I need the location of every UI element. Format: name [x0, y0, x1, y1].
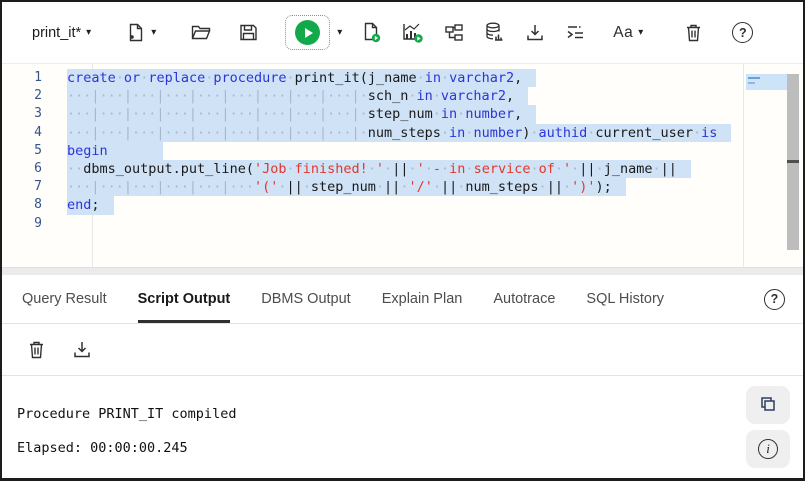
- worksheet-toolbar: print_it* ▾ ▾ ▾ Aa ▾ ?: [2, 2, 803, 64]
- line-number: 3: [34, 106, 42, 122]
- editor-results-splitter[interactable]: [2, 267, 803, 275]
- copy-icon: [758, 394, 778, 417]
- database-statistics-button[interactable]: [483, 21, 506, 44]
- tab-dbms-output[interactable]: DBMS Output: [261, 275, 350, 323]
- script-output-panel: Procedure PRINT_IT compiled Elapsed: 00:…: [2, 376, 803, 478]
- output-info-button[interactable]: i: [746, 430, 790, 468]
- autotrace-button[interactable]: [401, 21, 425, 45]
- info-icon: i: [758, 439, 778, 459]
- code-line-text: end;: [67, 196, 114, 215]
- format-button[interactable]: [564, 21, 587, 44]
- code-line[interactable]: 8 end;: [2, 196, 743, 215]
- code-line[interactable]: 2 ···|···|···|···|···|···|···|···|···|·sc…: [2, 87, 743, 106]
- line-number: 5: [34, 142, 42, 158]
- sql-worksheet-window: print_it* ▾ ▾ ▾ Aa ▾ ? 1 create·or·repla…: [0, 0, 805, 481]
- run-statement-button[interactable]: [285, 15, 331, 50]
- chevron-down-icon: ▾: [337, 26, 343, 38]
- line-number: 4: [34, 124, 42, 140]
- output-message: Procedure PRINT_IT compiled: [17, 406, 237, 422]
- code-line-text: begin: [67, 141, 163, 160]
- save-button[interactable]: [238, 22, 259, 43]
- results-help-button[interactable]: ?: [764, 288, 785, 310]
- line-number: 6: [34, 160, 42, 176]
- database-chart-icon: [483, 21, 506, 44]
- results-tab-bar: Query Result Script Output DBMS Output Expl…: [2, 275, 803, 324]
- tab-query-result[interactable]: Query Result: [22, 275, 107, 323]
- download-button[interactable]: [524, 22, 546, 44]
- new-worksheet-button[interactable]: ▾: [125, 22, 156, 43]
- text-size-button[interactable]: Aa ▾: [613, 24, 643, 42]
- scrollbar-position-mark: [787, 160, 799, 163]
- editor-vertical-scrollbar[interactable]: [787, 74, 799, 250]
- download-icon: [524, 22, 546, 44]
- open-button[interactable]: [190, 22, 212, 44]
- chevron-down-icon: ▾: [638, 26, 644, 38]
- worksheet-selector[interactable]: print_it* ▾: [16, 25, 91, 41]
- line-number: 7: [34, 179, 42, 195]
- text-size-label: Aa: [613, 23, 634, 41]
- line-number: 8: [34, 197, 42, 213]
- code-line[interactable]: 5 begin: [2, 141, 743, 160]
- run-statement-group: ▾: [285, 15, 342, 50]
- sql-editor[interactable]: 1 create·or·replace·procedure·print_it(j_…: [2, 64, 803, 267]
- run-play-icon: [295, 20, 321, 45]
- new-file-icon: [125, 22, 146, 43]
- code-line-text: create·or·replace·procedure·print_it(j_n…: [67, 69, 537, 88]
- tab-autotrace[interactable]: Autotrace: [493, 275, 555, 323]
- download-output-button[interactable]: [71, 339, 93, 361]
- copy-output-button[interactable]: [746, 386, 790, 424]
- minimap-mark: [748, 82, 755, 84]
- line-number: 2: [34, 88, 42, 104]
- code-line-text: ···|···|···|···|···|···|···|···|···|·num…: [67, 123, 732, 142]
- chart-run-icon: [401, 21, 425, 45]
- tab-explain-plan[interactable]: Explain Plan: [382, 275, 463, 323]
- code-line[interactable]: 4 ···|···|···|···|···|···|···|···|···|·nu…: [2, 123, 743, 142]
- code-line[interactable]: 1 create·or·replace·procedure·print_it(j_…: [2, 69, 743, 88]
- script-output-toolbar: [2, 324, 803, 376]
- code-line[interactable]: 3 ···|···|···|···|···|···|···|···|···|·st…: [2, 105, 743, 124]
- toolbar-help-button[interactable]: ?: [732, 22, 754, 43]
- tab-sql-history[interactable]: SQL History: [586, 275, 664, 323]
- output-elapsed: Elapsed: 00:00:00.245: [17, 440, 188, 456]
- trash-icon: [683, 22, 704, 43]
- code-line[interactable]: 9: [2, 215, 743, 233]
- chevron-down-icon: ▾: [86, 26, 92, 38]
- minimap-mark: [748, 77, 760, 79]
- save-icon: [238, 22, 259, 43]
- code-line-text: ··dbms_output.put_line('Job·finished!·'·…: [67, 159, 691, 179]
- tab-script-output[interactable]: Script Output: [137, 275, 230, 323]
- trash-icon: [26, 339, 47, 360]
- run-dropdown-button[interactable]: ▾: [337, 26, 343, 38]
- download-icon: [71, 339, 93, 361]
- line-number: 9: [34, 215, 42, 231]
- explain-plan-button[interactable]: [443, 22, 465, 44]
- run-script-icon: [360, 21, 383, 44]
- editor-right-divider: [743, 64, 744, 267]
- minimap-selection[interactable]: [746, 74, 787, 90]
- format-icon: [564, 21, 587, 44]
- chevron-down-icon: ▾: [151, 26, 157, 38]
- line-number: 1: [34, 70, 42, 85]
- code-line-text: ···|···|···|···|···|···|···|···|···|·sch…: [67, 87, 529, 106]
- code-line[interactable]: 6 ··dbms_output.put_line('Job·finished!·'…: [2, 159, 743, 179]
- code-line-text: ···|···|···|···|···|···|···|···|···|·ste…: [67, 105, 537, 124]
- hierarchy-icon: [443, 22, 465, 44]
- folder-icon: [190, 22, 212, 44]
- code-lines: 1 create·or·replace·procedure·print_it(j_…: [2, 69, 743, 233]
- clear-output-button[interactable]: [26, 339, 47, 360]
- code-line-text: ···|···|···|···|···|···'('·||·step_num·|…: [67, 178, 626, 197]
- worksheet-name: print_it*: [32, 24, 82, 41]
- help-icon: ?: [732, 22, 754, 43]
- help-icon: ?: [764, 288, 785, 310]
- code-line[interactable]: 7 ···|···|···|···|···|···'('·||·step_num·…: [2, 178, 743, 197]
- clear-worksheet-button[interactable]: [683, 22, 704, 43]
- run-script-button[interactable]: [360, 21, 383, 44]
